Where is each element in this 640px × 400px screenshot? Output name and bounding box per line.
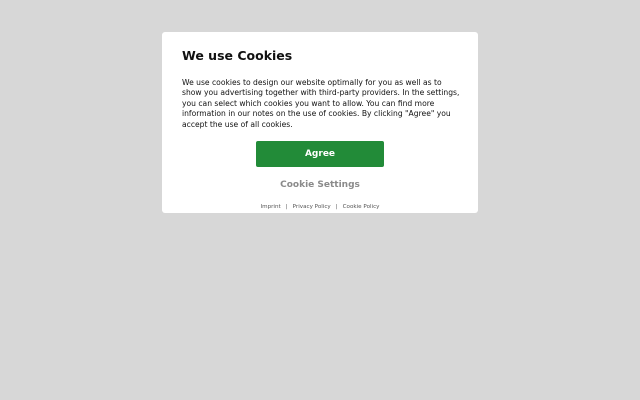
dialog-body-text: We use cookies to design our website opt…: [182, 78, 460, 129]
dialog-title: We use Cookies: [182, 48, 293, 63]
footer-separator: |: [335, 204, 338, 211]
cookie-policy-link[interactable]: Cookie Policy: [343, 204, 380, 210]
agree-button[interactable]: Agree: [256, 141, 384, 168]
footer-separator: |: [285, 204, 288, 211]
imprint-link[interactable]: Imprint: [260, 204, 280, 210]
footer-links: Imprint | Privacy Policy | Cookie Policy: [182, 204, 458, 210]
cookie-consent-dialog: We use Cookies We use cookies to design …: [162, 32, 478, 213]
cookie-settings-button[interactable]: Cookie Settings: [280, 180, 360, 190]
privacy-policy-link[interactable]: Privacy Policy: [293, 204, 331, 210]
